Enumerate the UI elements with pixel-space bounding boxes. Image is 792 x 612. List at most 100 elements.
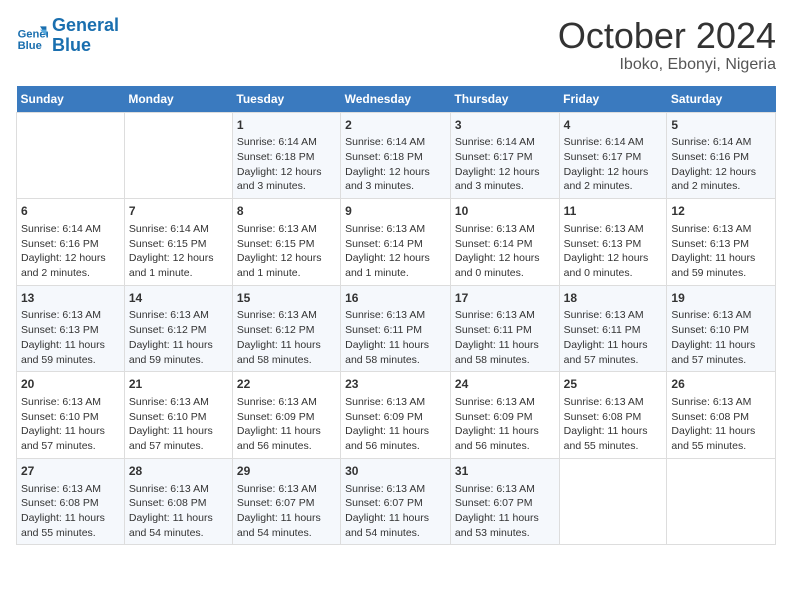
- day-number: 23: [345, 376, 446, 393]
- day-info: Sunset: 6:16 PM: [671, 150, 771, 165]
- day-number: 31: [455, 463, 555, 480]
- logo-icon: General Blue: [16, 20, 48, 52]
- day-info: Daylight: 12 hours and 0 minutes.: [564, 251, 663, 280]
- day-info: Daylight: 12 hours and 1 minute.: [237, 251, 336, 280]
- day-number: 16: [345, 290, 446, 307]
- logo-line1: General: [52, 15, 119, 35]
- day-info: Sunset: 6:12 PM: [237, 323, 336, 338]
- calendar-cell: 5Sunrise: 6:14 AMSunset: 6:16 PMDaylight…: [667, 112, 776, 199]
- calendar-cell: 4Sunrise: 6:14 AMSunset: 6:17 PMDaylight…: [559, 112, 667, 199]
- calendar-week-2: 6Sunrise: 6:14 AMSunset: 6:16 PMDaylight…: [17, 199, 776, 286]
- logo-line2: Blue: [52, 35, 91, 55]
- calendar-header: SundayMondayTuesdayWednesdayThursdayFrid…: [17, 86, 776, 113]
- day-info: Daylight: 11 hours and 57 minutes.: [564, 338, 663, 367]
- calendar-cell: 1Sunrise: 6:14 AMSunset: 6:18 PMDaylight…: [232, 112, 340, 199]
- calendar-cell: 17Sunrise: 6:13 AMSunset: 6:11 PMDayligh…: [450, 285, 559, 372]
- day-number: 21: [129, 376, 228, 393]
- day-info: Sunrise: 6:13 AM: [564, 395, 663, 410]
- day-number: 5: [671, 117, 771, 134]
- day-info: Daylight: 11 hours and 59 minutes.: [129, 338, 228, 367]
- day-info: Daylight: 11 hours and 53 minutes.: [455, 511, 555, 540]
- day-info: Sunrise: 6:13 AM: [129, 395, 228, 410]
- day-info: Sunset: 6:08 PM: [671, 410, 771, 425]
- page-header: General Blue General Blue October 2024 I…: [16, 16, 776, 74]
- day-info: Sunset: 6:10 PM: [21, 410, 120, 425]
- day-header-wednesday: Wednesday: [341, 86, 451, 113]
- calendar-cell: 13Sunrise: 6:13 AMSunset: 6:13 PMDayligh…: [17, 285, 125, 372]
- day-number: 10: [455, 203, 555, 220]
- day-info: Daylight: 11 hours and 58 minutes.: [345, 338, 446, 367]
- calendar-cell: 28Sunrise: 6:13 AMSunset: 6:08 PMDayligh…: [124, 458, 232, 545]
- calendar-week-4: 20 Sunrise: 6:13 AM Sunset: 6:10 PM Dayligh…: [17, 372, 776, 459]
- day-number: 30: [345, 463, 446, 480]
- day-info: Sunset: 6:08 PM: [21, 496, 120, 511]
- day-info: Sunrise: 6:13 AM: [129, 308, 228, 323]
- day-header-tuesday: Tuesday: [232, 86, 340, 113]
- calendar-cell: 26Sunrise: 6:13 AMSunset: 6:08 PMDayligh…: [667, 372, 776, 459]
- day-number: 2: [345, 117, 446, 134]
- calendar-title: October 2024: [558, 16, 776, 56]
- day-number: 28: [129, 463, 228, 480]
- day-number: 6: [21, 203, 120, 220]
- day-header-sunday: Sunday: [17, 86, 125, 113]
- day-info: Sunset: 6:17 PM: [455, 150, 555, 165]
- day-number: 20: [21, 376, 120, 393]
- day-info: Sunrise: 6:13 AM: [237, 395, 336, 410]
- day-info: Daylight: 12 hours and 0 minutes.: [455, 251, 555, 280]
- day-number: 4: [564, 117, 663, 134]
- day-info: Sunrise: 6:13 AM: [345, 308, 446, 323]
- day-info: Sunrise: 6:14 AM: [671, 135, 771, 150]
- calendar-week-5: 27 Sunrise: 6:13 AM Sunset: 6:08 PM Dayligh…: [17, 458, 776, 545]
- calendar-cell: 16Sunrise: 6:13 AMSunset: 6:11 PMDayligh…: [341, 285, 451, 372]
- day-info: Sunrise: 6:13 AM: [564, 308, 663, 323]
- day-info: Sunrise: 6:13 AM: [564, 222, 663, 237]
- day-info: Sunrise: 6:13 AM: [455, 482, 555, 497]
- day-info: Daylight: 12 hours and 2 minutes.: [21, 251, 120, 280]
- day-info: Sunrise: 6:14 AM: [21, 222, 120, 237]
- calendar-cell: 27Sunrise: 6:13 AMSunset: 6:08 PMDayligh…: [17, 458, 125, 545]
- day-header-friday: Friday: [559, 86, 667, 113]
- day-info: Sunrise: 6:13 AM: [129, 482, 228, 497]
- calendar-cell: 12Sunrise: 6:13 AMSunset: 6:13 PMDayligh…: [667, 199, 776, 286]
- day-info: Sunset: 6:13 PM: [21, 323, 120, 338]
- day-info: Daylight: 12 hours and 1 minute.: [345, 251, 446, 280]
- day-info: Daylight: 11 hours and 59 minutes.: [671, 251, 771, 280]
- svg-text:Blue: Blue: [18, 40, 42, 52]
- calendar-cell: 22Sunrise: 6:13 AMSunset: 6:09 PMDayligh…: [232, 372, 340, 459]
- day-info: Sunset: 6:18 PM: [345, 150, 446, 165]
- calendar-subtitle: Iboko, Ebonyi, Nigeria: [558, 56, 776, 74]
- day-info: Sunset: 6:11 PM: [345, 323, 446, 338]
- calendar-cell: 11Sunrise: 6:13 AMSunset: 6:13 PMDayligh…: [559, 199, 667, 286]
- day-info: Daylight: 12 hours and 3 minutes.: [237, 165, 336, 194]
- calendar-cell: 15Sunrise: 6:13 AMSunset: 6:12 PMDayligh…: [232, 285, 340, 372]
- day-info: Daylight: 11 hours and 57 minutes.: [129, 424, 228, 453]
- calendar-cell: 29Sunrise: 6:13 AMSunset: 6:07 PMDayligh…: [232, 458, 340, 545]
- day-info: Daylight: 11 hours and 54 minutes.: [345, 511, 446, 540]
- day-info: Sunrise: 6:13 AM: [455, 308, 555, 323]
- day-info: Daylight: 11 hours and 56 minutes.: [345, 424, 446, 453]
- day-info: Sunset: 6:18 PM: [237, 150, 336, 165]
- calendar-cell: [124, 112, 232, 199]
- day-number: 22: [237, 376, 336, 393]
- day-info: Sunset: 6:09 PM: [237, 410, 336, 425]
- day-info: Sunset: 6:12 PM: [129, 323, 228, 338]
- day-info: Sunrise: 6:14 AM: [455, 135, 555, 150]
- day-header-saturday: Saturday: [667, 86, 776, 113]
- day-info: Sunset: 6:14 PM: [455, 237, 555, 252]
- day-info: Sunrise: 6:13 AM: [345, 482, 446, 497]
- day-info: Sunrise: 6:14 AM: [345, 135, 446, 150]
- day-info: Sunrise: 6:13 AM: [237, 482, 336, 497]
- calendar-cell: 3Sunrise: 6:14 AMSunset: 6:17 PMDaylight…: [450, 112, 559, 199]
- day-number: 26: [671, 376, 771, 393]
- day-number: 27: [21, 463, 120, 480]
- day-number: 29: [237, 463, 336, 480]
- day-info: Sunrise: 6:13 AM: [345, 222, 446, 237]
- day-info: Sunset: 6:09 PM: [345, 410, 446, 425]
- day-info: Sunrise: 6:13 AM: [671, 222, 771, 237]
- day-number: 17: [455, 290, 555, 307]
- calendar-cell: 9Sunrise: 6:13 AMSunset: 6:14 PMDaylight…: [341, 199, 451, 286]
- day-info: Sunrise: 6:14 AM: [564, 135, 663, 150]
- day-info: Sunset: 6:07 PM: [237, 496, 336, 511]
- calendar-cell: 25Sunrise: 6:13 AMSunset: 6:08 PMDayligh…: [559, 372, 667, 459]
- day-info: Sunrise: 6:14 AM: [129, 222, 228, 237]
